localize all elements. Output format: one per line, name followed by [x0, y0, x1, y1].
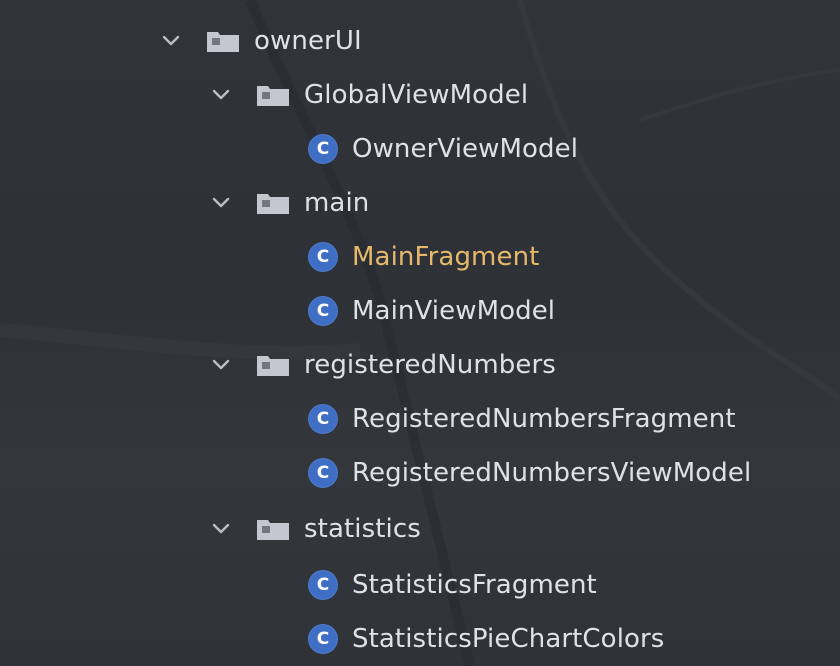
folder-icon — [254, 81, 292, 109]
tree-node-statistics[interactable]: statistics — [210, 502, 421, 556]
chevron-down-icon[interactable] — [160, 30, 182, 52]
tree-node-main[interactable]: main — [210, 176, 369, 230]
chevron-down-icon[interactable] — [210, 84, 232, 106]
chevron-down-icon[interactable] — [210, 518, 232, 540]
tree-node-StatisticsPieChartColors[interactable]: C StatisticsPieChartColors — [308, 612, 664, 666]
tree-node-label: ownerUI — [254, 26, 362, 56]
tree-node-label: statistics — [304, 514, 421, 544]
tree-node-GlobalViewModel[interactable]: GlobalViewModel — [210, 68, 528, 122]
tree-node-MainFragment[interactable]: C MainFragment — [308, 230, 539, 284]
tree-node-RegisteredNumbersFragment[interactable]: C RegisteredNumbersFragment — [308, 392, 736, 446]
tree-node-StatisticsFragment[interactable]: C StatisticsFragment — [308, 558, 597, 612]
folder-icon — [204, 27, 242, 55]
tree-node-label: OwnerViewModel — [352, 134, 579, 164]
tree-node-label: main — [304, 188, 370, 218]
tree-node-label: registeredNumbers — [304, 350, 556, 380]
tree-node-RegisteredNumbersViewModel[interactable]: C RegisteredNumbersViewModel — [308, 446, 751, 500]
class-icon: C — [308, 458, 338, 488]
folder-icon — [254, 189, 292, 217]
class-icon: C — [308, 624, 338, 654]
class-icon: C — [308, 134, 338, 164]
class-icon: C — [308, 570, 338, 600]
tree-node-label: MainFragment — [352, 242, 540, 272]
project-tree-panel: ownerUI GlobalViewModel C OwnerViewModel — [0, 0, 840, 666]
folder-icon — [254, 515, 292, 543]
tree-node-ownerUI[interactable]: ownerUI — [160, 14, 362, 68]
tree-node-label: GlobalViewModel — [304, 80, 529, 110]
class-icon: C — [308, 296, 338, 326]
tree-node-label: StatisticsFragment — [352, 570, 597, 600]
tree-node-label: RegisteredNumbersViewModel — [352, 458, 752, 488]
tree-node-registeredNumbers[interactable]: registeredNumbers — [210, 338, 556, 392]
class-icon: C — [308, 242, 338, 272]
tree-node-OwnerViewModel[interactable]: C OwnerViewModel — [308, 122, 578, 176]
tree-node-label: StatisticsPieChartColors — [352, 624, 665, 654]
class-icon: C — [308, 404, 338, 434]
tree-node-MainViewModel[interactable]: C MainViewModel — [308, 284, 555, 338]
folder-icon — [254, 351, 292, 379]
chevron-down-icon[interactable] — [210, 192, 232, 214]
tree-node-label: MainViewModel — [352, 296, 556, 326]
project-tree: ownerUI GlobalViewModel C OwnerViewModel — [0, 0, 840, 666]
tree-node-label: RegisteredNumbersFragment — [352, 404, 736, 434]
chevron-down-icon[interactable] — [210, 354, 232, 376]
